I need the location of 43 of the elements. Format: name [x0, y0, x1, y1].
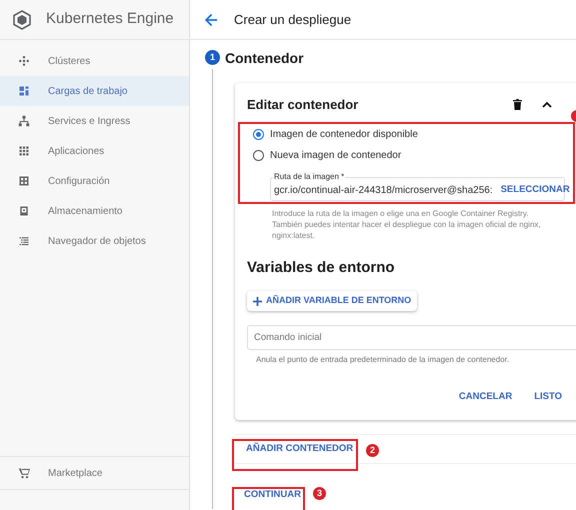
cluster-icon — [18, 55, 30, 67]
radio-button[interactable] — [253, 128, 264, 140]
plus-icon — [253, 296, 262, 306]
list-icon — [18, 235, 30, 247]
trash-icon — [513, 99, 522, 110]
sidebar-item[interactable]: Cargas de trabajo — [0, 76, 189, 106]
radio-button[interactable] — [253, 150, 264, 160]
product-title: Kubernetes Engine — [46, 9, 174, 30]
add-container-button[interactable]: AÑADIR CONTENEDOR — [246, 442, 354, 456]
radio-label: Imagen de contenedor disponible — [270, 128, 418, 142]
sidebar-item[interactable]: Configuración — [0, 166, 189, 196]
card-title: Editar contenedor — [247, 96, 360, 114]
command-field[interactable]: Comando inicial — [247, 325, 576, 350]
hexagon-logo-icon — [12, 10, 32, 30]
sidebar-item[interactable]: Marketplace — [0, 456, 189, 490]
grid-blocks-icon — [18, 85, 30, 97]
callout-number: 2 — [366, 444, 379, 457]
dots-grid-icon — [18, 145, 30, 157]
page-title: Crear un despliegue — [234, 10, 352, 29]
select-button[interactable]: SELECCIONAR — [500, 182, 570, 198]
text-button[interactable]: CANCELAR — [458, 390, 512, 404]
step-number: 1 — [205, 50, 220, 65]
text-button[interactable]: LISTO — [534, 390, 562, 404]
sidebar-item[interactable]: Navegador de objetos — [0, 226, 189, 256]
step-title: Contenedor — [225, 49, 305, 68]
back-arrow-icon — [204, 12, 218, 26]
add-variable-button[interactable]: AÑADIR VARIABLE DE ENTORNO — [247, 291, 418, 311]
table-icon — [18, 175, 30, 187]
sidebar-item[interactable]: Services e Ingress — [0, 106, 189, 136]
help-text: Introduce la ruta de la imagen o elige una en Google Container Registry. También puedes intentar hacer el despliegue con la imagen oficial de nginx, nginx:latest. — [272, 208, 542, 240]
radio-label: Nueva imagen de contenedor — [270, 148, 402, 162]
field-label: Ruta de la imagen * — [273, 170, 346, 182]
field-value: gcr.io/continual-air-244318/microserver@sha256: — [274, 184, 493, 198]
section-title: Variables de entorno — [247, 258, 396, 278]
callout-number: 3 — [313, 487, 326, 500]
hierarchy-icon — [18, 115, 30, 127]
sidebar-item[interactable]: Clústeres — [0, 46, 189, 76]
help-text: Anula el punto de entrada predeterminado de la imagen de contenedor. — [256, 354, 510, 366]
sidebar-item[interactable]: Aplicaciones — [0, 136, 189, 166]
chevron-up-icon — [542, 101, 552, 108]
continue-button[interactable]: CONTINUAR — [244, 488, 301, 502]
cart-icon — [18, 467, 30, 479]
sidebar-item[interactable]: Almacenamiento — [0, 196, 189, 226]
